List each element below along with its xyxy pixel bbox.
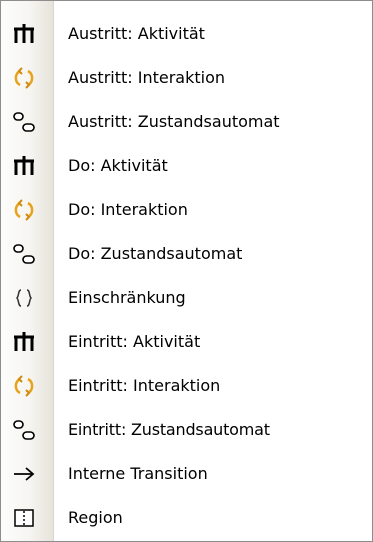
menu-item-label: Austritt: Zustandsautomat [68,112,280,131]
menu-item-do-activity[interactable]: Do: Aktivität [1,144,372,188]
menu-item-label: Eintritt: Aktivität [68,332,201,351]
menu-item-constraint[interactable]: Einschränkung [1,276,372,320]
menu-item-label: Do: Aktivität [68,156,168,175]
activity-icon [11,330,37,354]
state-machine-icon [11,110,37,134]
menu-item-label: Austritt: Interaktion [68,68,226,87]
menu-item-label: Region [68,508,123,527]
interaction-icon [11,198,37,222]
menu-item-label: Eintritt: Zustandsautomat [68,420,270,439]
context-menu: Austritt: Aktivität Austritt: Interaktio… [0,0,373,542]
interaction-icon [11,374,37,398]
menu-item-label: Austritt: Aktivität [68,24,205,43]
activity-icon [11,22,37,46]
menu-item-label: Do: Interaktion [68,200,188,219]
state-machine-icon [11,242,37,266]
menu-item-entry-interaction[interactable]: Eintritt: Interaktion [1,364,372,408]
state-machine-icon [11,418,37,442]
constraint-icon [11,286,37,310]
menu-item-exit-activity[interactable]: Austritt: Aktivität [1,12,372,56]
menu-item-do-interaction[interactable]: Do: Interaktion [1,188,372,232]
menu-item-exit-interaction[interactable]: Austritt: Interaktion [1,56,372,100]
menu-item-label: Interne Transition [68,464,208,483]
menu-item-label: Einschränkung [68,288,186,307]
activity-icon [11,154,37,178]
menu-item-region[interactable]: Region [1,496,372,540]
arrow-right-icon [11,462,37,486]
menu-item-internal-transition[interactable]: Interne Transition [1,452,372,496]
menu-item-exit-state-machine[interactable]: Austritt: Zustandsautomat [1,100,372,144]
menu-item-do-state-machine[interactable]: Do: Zustandsautomat [1,232,372,276]
menu-item-label: Do: Zustandsautomat [68,244,243,263]
menu-item-label: Eintritt: Interaktion [68,376,221,395]
region-icon [11,506,37,530]
menu-item-entry-state-machine[interactable]: Eintritt: Zustandsautomat [1,408,372,452]
menu-item-entry-activity[interactable]: Eintritt: Aktivität [1,320,372,364]
interaction-icon [11,66,37,90]
